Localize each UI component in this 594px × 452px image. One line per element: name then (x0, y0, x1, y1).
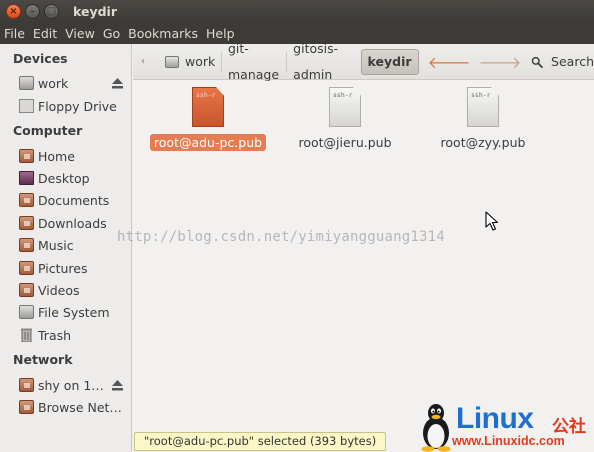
eject-icon[interactable] (112, 78, 123, 89)
sidebar-item-browse-network[interactable]: Browse Net… (19, 397, 129, 417)
file-preview-text: ssh-r (333, 91, 353, 99)
file-name: root@zyy.pub (440, 135, 526, 150)
sidebar-item-label: Floppy Drive (38, 98, 117, 114)
network-folder-icon (19, 400, 34, 414)
sidebar-item-label: File System (38, 304, 110, 320)
tux-penguin-icon (421, 404, 451, 452)
network-section-title: Network (13, 352, 73, 367)
logo-wordmark: Linux (456, 402, 534, 435)
filesystem-icon (19, 305, 34, 319)
file-item-root-jieru[interactable]: ssh-r root@jieru.pub (280, 87, 410, 151)
menu-file[interactable]: File (0, 26, 29, 41)
location-toolbar: ‹ work git-manage gitosis-admin keydir 🡐… (133, 41, 594, 82)
breadcrumb-gitosis-admin[interactable]: gitosis-admin (287, 41, 360, 82)
sidebar-item-file-system[interactable]: File System (19, 302, 129, 322)
floppy-icon (19, 99, 34, 113)
status-bar: "root@adu-pc.pub" selected (393 bytes) (134, 432, 387, 451)
network-share-icon (19, 378, 34, 392)
sidebar-item-label: Music (38, 237, 74, 253)
sidebar-item-pictures[interactable]: Pictures (19, 258, 129, 278)
linuxidc-logo: Linux 公社 www.Linuxidc.com (418, 402, 594, 452)
menu-bookmarks[interactable]: Bookmarks (124, 26, 202, 41)
minimize-window-button[interactable]: – (25, 3, 40, 19)
breadcrumb-label: work (185, 53, 216, 69)
sidebar-item-label: Videos (38, 282, 80, 298)
breadcrumb-keydir[interactable]: keydir (360, 48, 419, 75)
sidebar-item-music[interactable]: Music (19, 235, 129, 255)
scroll-breadcrumbs-left-button[interactable]: ‹ (141, 56, 145, 67)
sidebar-item-label: shy on 1… (38, 377, 104, 393)
home-folder-icon (19, 149, 34, 163)
sidebar-item-network-share[interactable]: shy on 1… (19, 375, 129, 395)
eject-icon[interactable] (112, 380, 123, 391)
close-icon: × (9, 5, 18, 17)
sidebar-item-downloads[interactable]: Downloads (19, 213, 129, 233)
desktop-icon (19, 171, 34, 185)
file-item-root-adu-pc[interactable]: ssh-r root@adu-pc.pub (143, 87, 273, 151)
sidebar-item-floppy-drive[interactable]: Floppy Drive (19, 96, 129, 116)
drive-icon (19, 76, 34, 90)
pictures-folder-icon (19, 261, 34, 275)
close-window-button[interactable]: × (6, 3, 21, 19)
blog-watermark: http://blog.csdn.net/yimiyangguang1314 (117, 229, 445, 245)
sidebar-item-label: Browse Net… (38, 399, 122, 415)
sidebar-item-label: work (38, 75, 69, 91)
file-view[interactable]: ssh-r root@adu-pc.pub ssh-r root@jieru.p… (133, 81, 594, 452)
minimize-icon: – (30, 5, 35, 17)
sidebar-item-label: Home (38, 148, 75, 164)
file-preview-text: ssh-r (196, 91, 216, 99)
file-preview-text: ssh-r (471, 91, 491, 99)
search-icon[interactable] (531, 54, 544, 70)
file-name: root@adu-pc.pub (149, 134, 267, 151)
breadcrumb-git-manage[interactable]: git-manage (222, 41, 286, 82)
downloads-folder-icon (19, 216, 34, 230)
sidebar-item-label: Pictures (38, 260, 88, 276)
menu-edit[interactable]: Edit (29, 26, 61, 41)
sidebar-item-label: Trash (38, 327, 72, 343)
logo-url: www.Linuxidc.com (452, 434, 565, 448)
file-name: root@jieru.pub (298, 135, 392, 150)
text-file-icon: ssh-r (467, 87, 499, 127)
documents-folder-icon (19, 193, 34, 207)
sidebar-item-label: Desktop (38, 170, 90, 186)
devices-section-title: Devices (13, 51, 68, 66)
sidebar-item-work[interactable]: work (19, 73, 129, 93)
breadcrumb-work[interactable]: work (159, 49, 221, 75)
sidebar-item-videos[interactable]: Videos (19, 280, 129, 300)
music-folder-icon (19, 238, 34, 252)
menu-view[interactable]: View (61, 26, 99, 41)
sidebar-item-desktop[interactable]: Desktop (19, 168, 129, 188)
search-button-label[interactable]: Search (551, 54, 594, 69)
menu-go[interactable]: Go (99, 26, 124, 41)
sidebar-item-trash[interactable]: Trash (19, 325, 129, 345)
back-arrow-icon[interactable]: 🡐 (428, 52, 471, 72)
maximize-icon: □ (46, 5, 57, 17)
sidebar-item-documents[interactable]: Documents (19, 190, 129, 210)
file-item-root-zyy[interactable]: ssh-r root@zyy.pub (418, 87, 548, 151)
text-file-icon: ssh-r (192, 87, 224, 127)
sidebar-item-label: Documents (38, 192, 110, 208)
sidebar: Devices work Floppy Drive Computer Home … (0, 44, 132, 452)
text-file-icon: ssh-r (329, 87, 361, 127)
videos-folder-icon (19, 283, 34, 297)
title-bar: × – □ keydir (0, 0, 594, 22)
maximize-window-button[interactable]: □ (44, 3, 59, 19)
forward-arrow-icon[interactable]: 🡒 (478, 52, 521, 72)
window-title: keydir (73, 3, 118, 19)
computer-section-title: Computer (13, 123, 83, 138)
mouse-pointer-icon (485, 211, 499, 231)
sidebar-item-label: Downloads (38, 215, 107, 231)
trash-icon (21, 328, 32, 342)
sidebar-item-home[interactable]: Home (19, 146, 129, 166)
drive-icon (165, 55, 179, 68)
